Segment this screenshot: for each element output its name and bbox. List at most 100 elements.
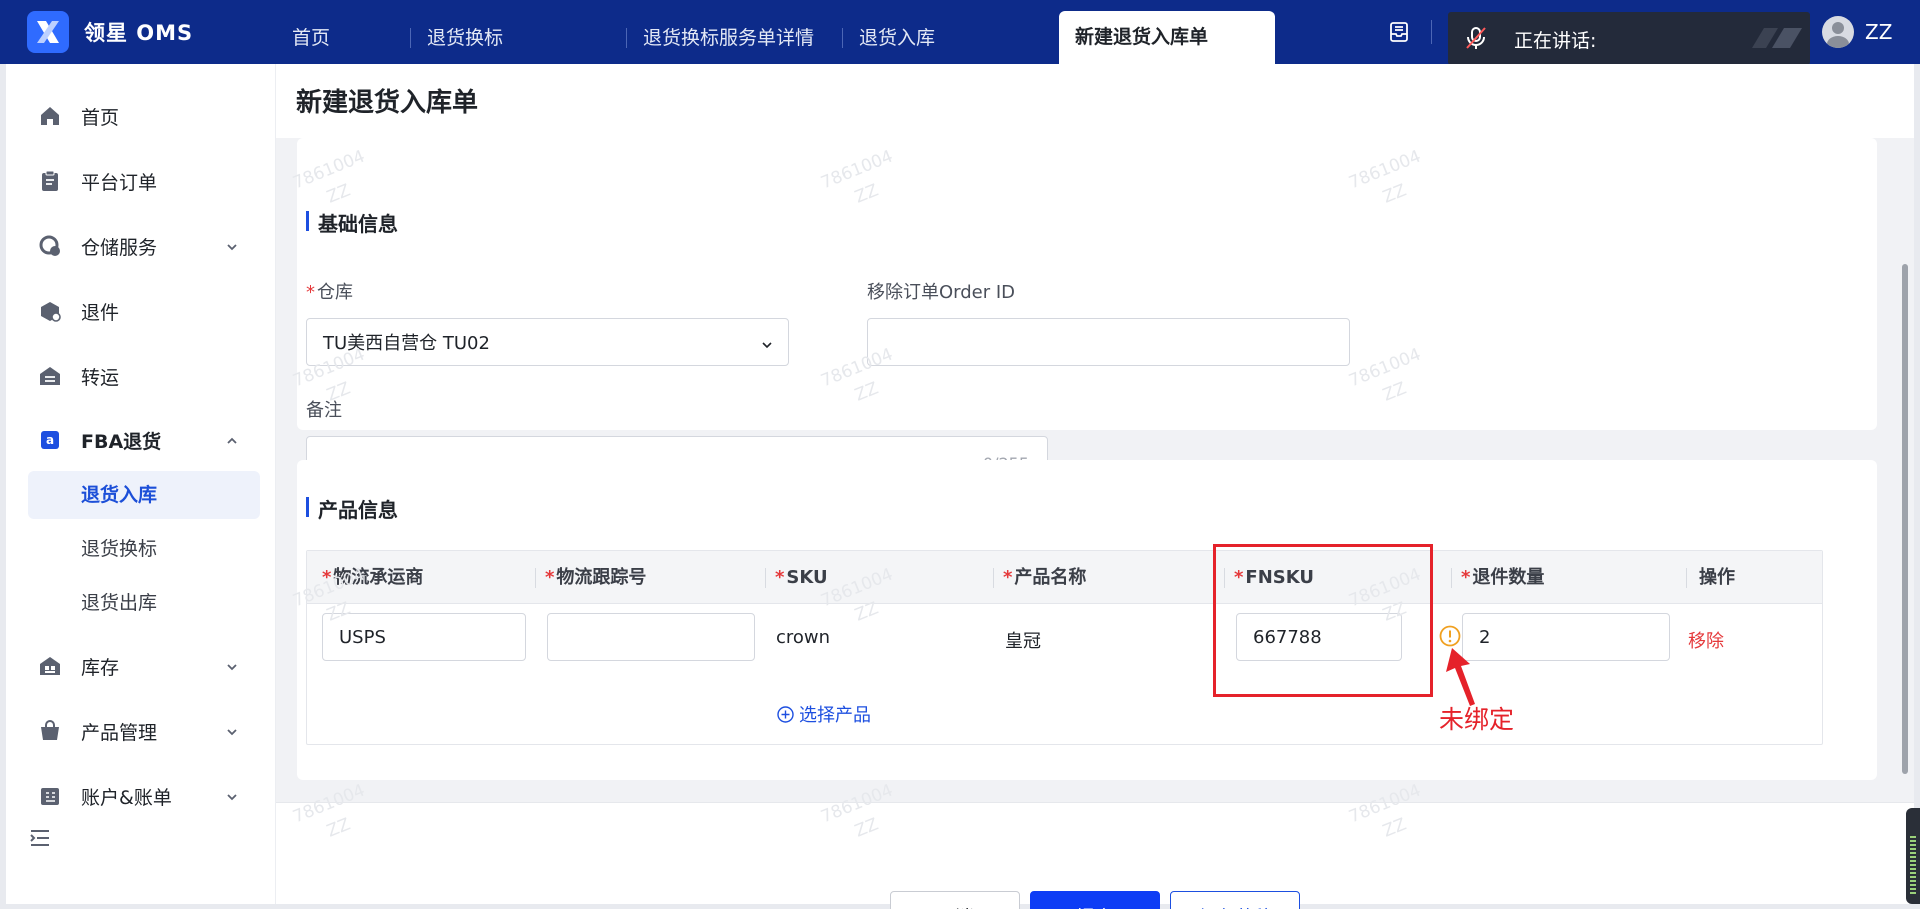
carrier-input[interactable]: USPS (322, 613, 526, 661)
tab-separator (842, 28, 843, 48)
app-logo[interactable]: 领星 OMS (27, 11, 193, 53)
sidebar-item-product-management[interactable]: 产品管理 (6, 711, 276, 751)
section-title-product: 产品信息 (306, 494, 398, 523)
warehouse-service-icon (38, 234, 62, 258)
home-icon (38, 104, 62, 128)
sidebar-item-label: 退件 (81, 301, 120, 324)
footer-actions: 取消 提交 保存草稿 (276, 802, 1914, 909)
volume-meter (1906, 808, 1920, 904)
column-header-action: 操作 (1699, 567, 1735, 588)
tab-return-relabel[interactable]: 退货换标 (427, 14, 503, 64)
product-name-value: 皇冠 (1005, 631, 1041, 652)
avatar (1822, 16, 1854, 48)
cancel-button[interactable]: 取消 (890, 891, 1020, 909)
top-bar: 领星 OMS 首页 退货换标 退货换标服务单详情 退货入库 新建退货入库单 正在… (0, 0, 1920, 65)
column-divider (535, 568, 536, 588)
table-header: * 物流承运商 * 物流跟踪号 * SKU * 产品名称 * FNSKU * 退件数量 操作 (307, 551, 1822, 604)
chevron-down-icon (760, 336, 774, 350)
tab-separator (410, 28, 411, 48)
page-header: 新建退货入库单 (276, 64, 1914, 138)
column-header-product-name: * 产品名称 (1003, 567, 1087, 588)
sidebar-item-label: 账户&账单 (81, 786, 172, 809)
chevron-down-icon (225, 659, 239, 673)
sidebar-item-account-billing[interactable]: 账户&账单 (6, 776, 276, 816)
sidebar-item-label: FBA退货 (81, 430, 162, 453)
select-product-link[interactable]: 选择产品 (777, 701, 871, 727)
page-title: 新建退货入库单 (296, 88, 479, 118)
tab-home[interactable]: 首页 (292, 14, 330, 64)
basic-info-card: 基础信息 *仓库 TU美西自营仓 TU02 移除订单Order ID 备注 0/… (297, 138, 1877, 487)
sidebar-item-label: 库存 (81, 656, 120, 679)
user-menu[interactable]: ZZ (1822, 14, 1892, 50)
section-title-basic: 基础信息 (306, 208, 398, 237)
column-divider (765, 568, 766, 588)
tab-return-inbound[interactable]: 退货入库 (859, 14, 935, 64)
speaking-indicator: 正在讲话: (1448, 12, 1810, 65)
column-header-quantity: * 退件数量 (1461, 567, 1545, 588)
submit-button[interactable]: 提交 (1030, 891, 1160, 909)
tab-separator (626, 28, 627, 48)
mic-muted-icon[interactable] (1462, 24, 1490, 52)
sidebar-item-returns[interactable]: 退件 (6, 291, 276, 331)
sidebar-item-home[interactable]: 首页 (6, 96, 276, 136)
sku-value: crown (776, 627, 831, 648)
sidebar-item-warehouse-services[interactable]: 仓储服务 (6, 226, 276, 266)
sidebar-item-transfer[interactable]: 转运 (6, 356, 276, 396)
sidebar-item-inventory[interactable]: 库存 (6, 646, 276, 686)
annotation-unbound-text: 未绑定 (1439, 705, 1515, 734)
scroll-thumb[interactable] (1902, 264, 1908, 774)
logo-icon (27, 11, 69, 53)
remark-label: 备注 (306, 400, 342, 421)
column-divider (1686, 568, 1687, 588)
chevron-up-icon (225, 433, 239, 447)
product-table: * 物流承运商 * 物流跟踪号 * SKU * 产品名称 * FNSKU * 退件数量 操作… (306, 550, 1823, 745)
fnsku-highlight-box (1213, 544, 1433, 697)
sidebar-item-platform-orders[interactable]: 平台订单 (6, 161, 276, 201)
sidebar-item-label: 产品管理 (81, 721, 158, 744)
column-divider (993, 568, 994, 588)
sidebar-item-return-inbound[interactable]: 退货入库 (28, 471, 260, 519)
transfer-icon (38, 364, 62, 388)
save-draft-button[interactable]: 保存草稿 (1170, 891, 1300, 909)
warning-icon[interactable] (1439, 625, 1461, 647)
return-box-icon (38, 299, 62, 323)
order-id-label: 移除订单Order ID (867, 282, 1016, 303)
inbox-icon[interactable] (1387, 20, 1411, 44)
sidebar-item-label: 仓储服务 (81, 236, 158, 259)
sidebar-item-return-relabel[interactable]: 退货换标 (28, 525, 260, 573)
remove-row-link[interactable]: 移除 (1688, 627, 1724, 653)
sidebar: 首页 平台订单 仓储服务 退件 转运 a FBA退货 退货入库 退货换标 退货出… (6, 64, 276, 904)
collapse-sidebar-icon[interactable] (28, 826, 52, 850)
svg-text:a: a (46, 433, 54, 447)
warehouse-value: TU美西自营仓 TU02 (323, 333, 490, 354)
order-id-input[interactable] (867, 318, 1350, 366)
chevron-down-icon (225, 724, 239, 738)
column-header-tracking: * 物流跟踪号 (545, 567, 647, 588)
inventory-icon (38, 654, 62, 678)
main-content: 新建退货入库单 基础信息 * 仓库 TU美西自营仓 TU02 移除订单Order … (276, 64, 1914, 909)
sidebar-item-label: 平台订单 (81, 171, 158, 194)
tab-relabel-order-detail[interactable]: 退货换标服务单详情 (643, 14, 814, 64)
column-header-carrier: * 物流承运商 (322, 567, 424, 588)
quantity-value: 2 (1479, 626, 1491, 648)
speaker-indicator-icon (1750, 26, 1804, 50)
speaking-label: 正在讲话: (1514, 30, 1597, 52)
billing-icon (38, 784, 62, 808)
tracking-input[interactable] (547, 613, 755, 661)
quantity-input[interactable]: 2 (1462, 613, 1670, 661)
warehouse-select[interactable]: TU美西自营仓 TU02 (306, 318, 789, 366)
app-name: 领星 OMS (84, 21, 194, 45)
amazon-icon: a (38, 428, 62, 452)
sidebar-item-label: 转运 (81, 366, 120, 389)
product-info-card: 产品信息 * 物流承运商 * 物流跟踪号 * SKU * 产品名称 * FNSKU * 退件… (297, 460, 1877, 780)
product-icon (38, 719, 62, 743)
tab-new-return-inbound[interactable]: 新建退货入库单 (1059, 11, 1275, 64)
column-divider (1451, 568, 1452, 588)
plus-circle-icon (777, 705, 794, 723)
column-header-sku: * SKU (775, 567, 828, 588)
sidebar-item-return-outbound[interactable]: 退货出库 (28, 579, 260, 627)
warehouse-label: * 仓库 (306, 282, 353, 303)
main-scrollbar[interactable] (1900, 204, 1910, 804)
carrier-value: USPS (339, 626, 386, 648)
sidebar-item-fba-returns[interactable]: a FBA退货 (6, 420, 276, 460)
